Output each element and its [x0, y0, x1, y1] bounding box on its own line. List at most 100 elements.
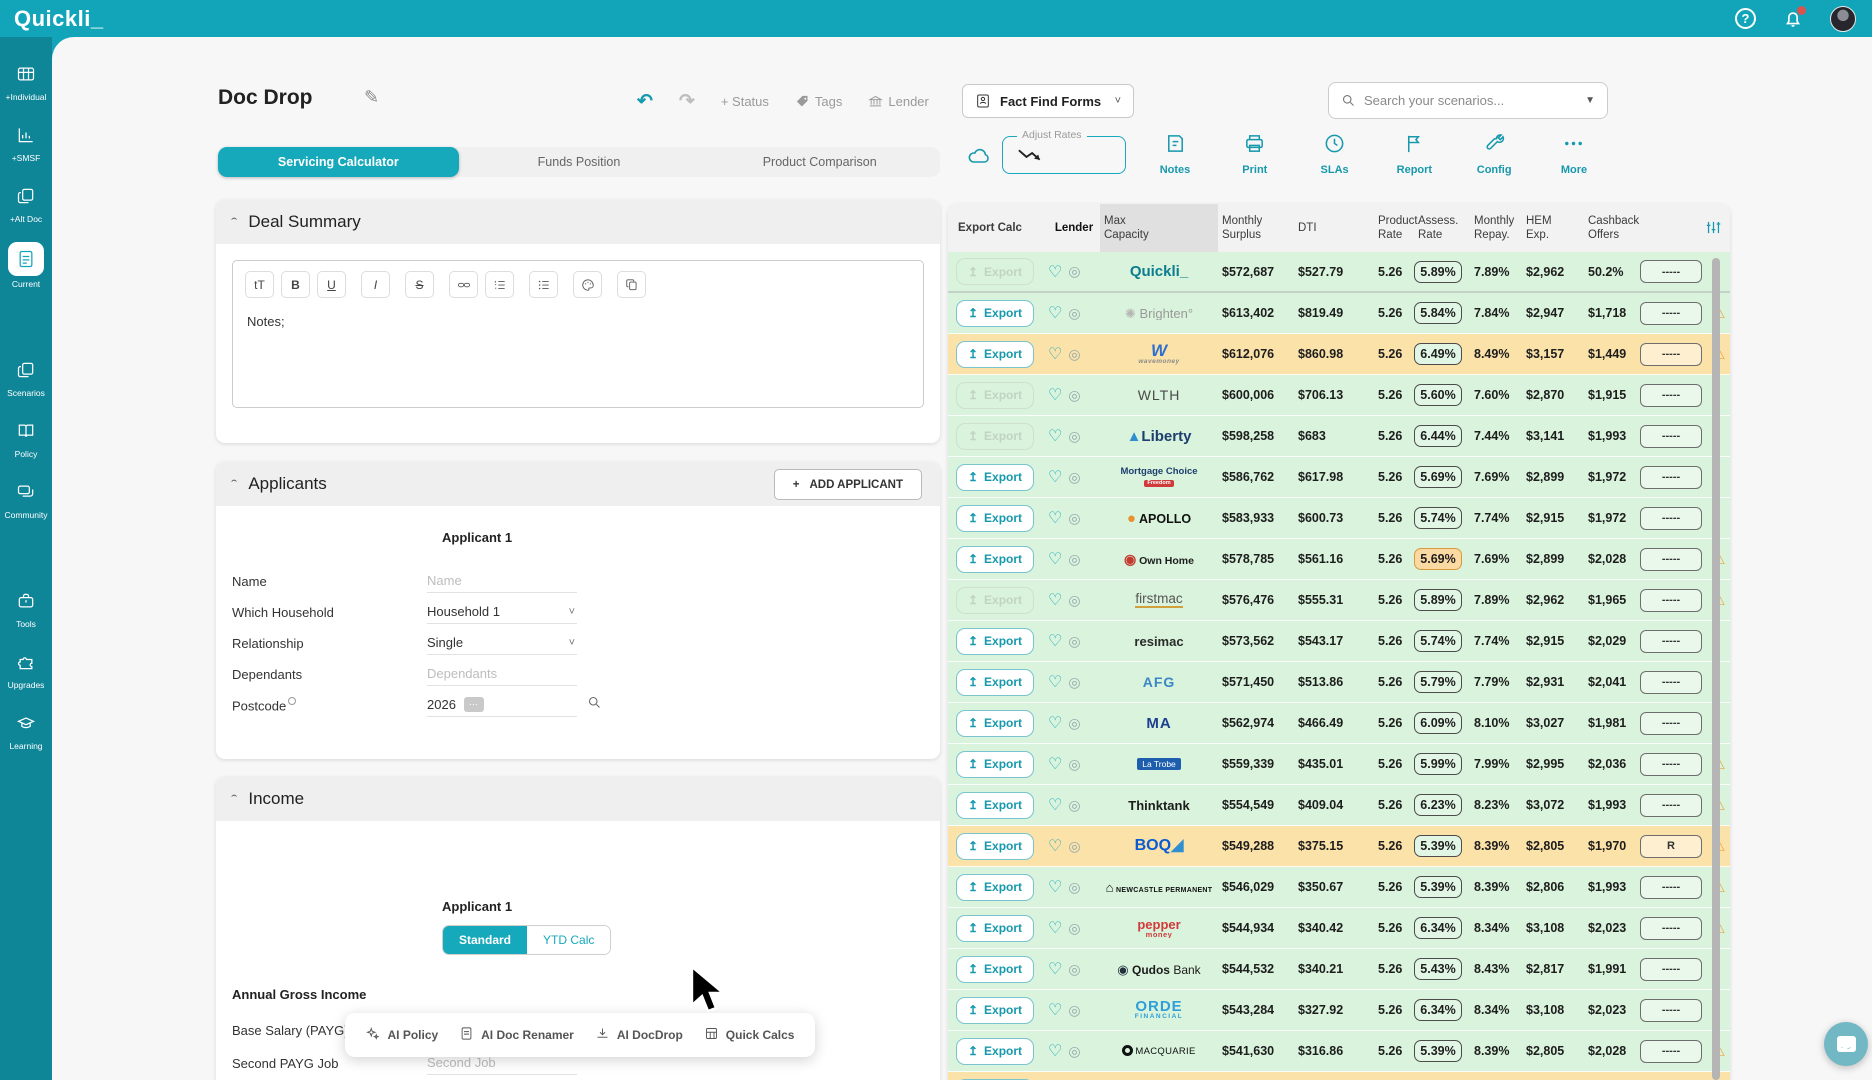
visibility-eye-icon[interactable]: ◎	[1068, 756, 1080, 773]
standard-toggle[interactable]: Standard	[443, 926, 527, 954]
visibility-eye-icon[interactable]: ◎	[1068, 797, 1080, 814]
visibility-eye-icon[interactable]: ◎	[1068, 879, 1080, 896]
undo-icon[interactable]: ↶	[637, 90, 653, 113]
cashback-offers-button[interactable]: -----	[1640, 794, 1702, 817]
postcode-options-icon[interactable]: ⋯	[464, 697, 484, 712]
sidebar-item-policy[interactable]: Policy	[0, 416, 52, 459]
quick-calcs-button[interactable]: Quick Calcs	[704, 1026, 795, 1044]
ai-policy-button[interactable]: AI Policy	[365, 1026, 438, 1044]
tab-product-comparison[interactable]: Product Comparison	[699, 147, 940, 177]
sidebar-item-upgrades[interactable]: Upgrades	[0, 647, 52, 690]
favorite-heart-icon[interactable]: ♡	[1048, 836, 1062, 856]
favorite-heart-icon[interactable]: ♡	[1048, 590, 1062, 610]
favorite-heart-icon[interactable]: ♡	[1048, 508, 1062, 528]
cashback-offers-button[interactable]: -----	[1640, 343, 1702, 366]
visibility-eye-icon[interactable]: ◎	[1068, 961, 1080, 978]
cashback-offers-button[interactable]: -----	[1640, 507, 1702, 530]
favorite-heart-icon[interactable]: ♡	[1048, 713, 1062, 733]
deal-summary-header[interactable]: ˆ Deal Summary	[216, 200, 940, 244]
cashback-offers-button[interactable]: -----	[1640, 302, 1702, 325]
export-button[interactable]: ↥Export	[956, 587, 1034, 614]
export-button[interactable]: ↥Export	[956, 546, 1034, 573]
cashback-offers-button[interactable]: -----	[1640, 466, 1702, 489]
cashback-offers-button[interactable]: -----	[1640, 1040, 1702, 1063]
underline-icon[interactable]: U	[317, 271, 346, 298]
notes-button[interactable]: Notes	[1142, 132, 1208, 176]
relationship-select[interactable]: Single˅	[427, 631, 577, 655]
visibility-eye-icon[interactable]: ◎	[1068, 715, 1080, 732]
cashback-offers-button[interactable]: -----	[1640, 589, 1702, 612]
visibility-eye-icon[interactable]: ◎	[1068, 1002, 1080, 1019]
column-header[interactable]: Cashback Offers	[1584, 214, 1640, 243]
column-header[interactable]: Monthly Repay.	[1470, 214, 1522, 243]
income-header[interactable]: ˆ Income	[216, 777, 940, 821]
column-header[interactable]: Max Capacity	[1100, 204, 1218, 252]
sidebar-item--smsf[interactable]: +SMSF	[0, 120, 52, 163]
export-button[interactable]: ↥Export	[956, 997, 1034, 1024]
notifications-bell-icon[interactable]	[1782, 8, 1804, 30]
favorite-heart-icon[interactable]: ♡	[1048, 918, 1062, 938]
export-button[interactable]: ↥Export	[956, 751, 1034, 778]
cashback-offers-button[interactable]: -----	[1640, 876, 1702, 899]
visibility-eye-icon[interactable]: ◎	[1068, 674, 1080, 691]
favorite-heart-icon[interactable]: ♡	[1048, 385, 1062, 405]
fact-find-forms-button[interactable]: Fact Find Forms ˅	[962, 84, 1134, 118]
config-button[interactable]: Config	[1461, 132, 1527, 176]
postcode-input[interactable]: 2026⋯	[427, 693, 577, 717]
column-header[interactable]: Export Calc	[948, 221, 1044, 235]
notes-editor[interactable]: tTBUIS Notes;	[232, 260, 924, 408]
lender-button[interactable]: Lender	[868, 94, 928, 109]
export-button[interactable]: ↥Export	[956, 710, 1034, 737]
cashback-offers-button[interactable]: -----	[1640, 630, 1702, 653]
column-header[interactable]: Monthly Surplus	[1218, 214, 1294, 243]
adjust-rates-button[interactable]: Adjust Rates	[1002, 136, 1126, 174]
export-button[interactable]: ↥Export	[956, 464, 1034, 491]
cashback-offers-button[interactable]: -----	[1640, 753, 1702, 776]
report-button[interactable]: Report	[1381, 132, 1447, 176]
link-icon[interactable]	[449, 271, 478, 298]
column-header[interactable]: Product Rate	[1374, 214, 1414, 243]
export-button[interactable]: ↥Export	[956, 258, 1034, 285]
chat-support-button[interactable]	[1824, 1022, 1868, 1066]
user-avatar[interactable]	[1830, 6, 1856, 32]
redo-icon[interactable]: ↷	[679, 90, 695, 113]
export-button[interactable]: ↥Export	[956, 874, 1034, 901]
household-select[interactable]: Household 1˅	[427, 600, 577, 624]
visibility-eye-icon[interactable]: ◎	[1068, 428, 1080, 445]
cashback-offers-button[interactable]: -----	[1640, 958, 1702, 981]
favorite-heart-icon[interactable]: ♡	[1048, 467, 1062, 487]
export-button[interactable]: ↥Export	[956, 423, 1034, 450]
sidebar-item-learning[interactable]: Learning	[0, 708, 52, 751]
more-button[interactable]: More	[1541, 132, 1607, 176]
visibility-eye-icon[interactable]: ◎	[1068, 510, 1080, 527]
column-header[interactable]: Assess. Rate	[1414, 214, 1470, 243]
ai-docdrop-button[interactable]: AI DocDrop	[595, 1026, 683, 1044]
cashback-offers-button[interactable]: -----	[1640, 425, 1702, 448]
visibility-eye-icon[interactable]: ◎	[1068, 305, 1080, 322]
bold-icon[interactable]: B	[281, 271, 310, 298]
visibility-eye-icon[interactable]: ◎	[1068, 1043, 1080, 1060]
italic-icon[interactable]: I	[361, 271, 390, 298]
notes-text[interactable]: Notes;	[233, 298, 923, 345]
cashback-offers-button[interactable]: -----	[1640, 548, 1702, 571]
sidebar-item-community[interactable]: Community	[0, 477, 52, 520]
ytd-calc-toggle[interactable]: YTD Calc	[527, 926, 610, 954]
favorite-heart-icon[interactable]: ♡	[1048, 549, 1062, 569]
strikethrough-icon[interactable]: S	[405, 271, 434, 298]
chevron-down-icon[interactable]: ▼	[1585, 95, 1595, 106]
visibility-eye-icon[interactable]: ◎	[1068, 838, 1080, 855]
favorite-heart-icon[interactable]: ♡	[1048, 672, 1062, 692]
column-header[interactable]: Lender	[1044, 221, 1100, 235]
export-button[interactable]: ↥Export	[956, 341, 1034, 368]
sidebar-item-tools[interactable]: Tools	[0, 586, 52, 629]
slas-button[interactable]: SLAs	[1302, 132, 1368, 176]
tab-funds-position[interactable]: Funds Position	[459, 147, 700, 177]
cashback-offers-button[interactable]: -----	[1640, 999, 1702, 1022]
export-button[interactable]: ↥Export	[956, 1038, 1034, 1065]
help-icon[interactable]: ?	[1735, 8, 1756, 29]
sync-cloud-icon[interactable]	[967, 145, 991, 174]
export-button[interactable]: ↥Export	[956, 669, 1034, 696]
bullet-list-icon[interactable]	[529, 271, 558, 298]
favorite-heart-icon[interactable]: ♡	[1048, 1041, 1062, 1061]
cashback-offers-button[interactable]: -----	[1640, 671, 1702, 694]
